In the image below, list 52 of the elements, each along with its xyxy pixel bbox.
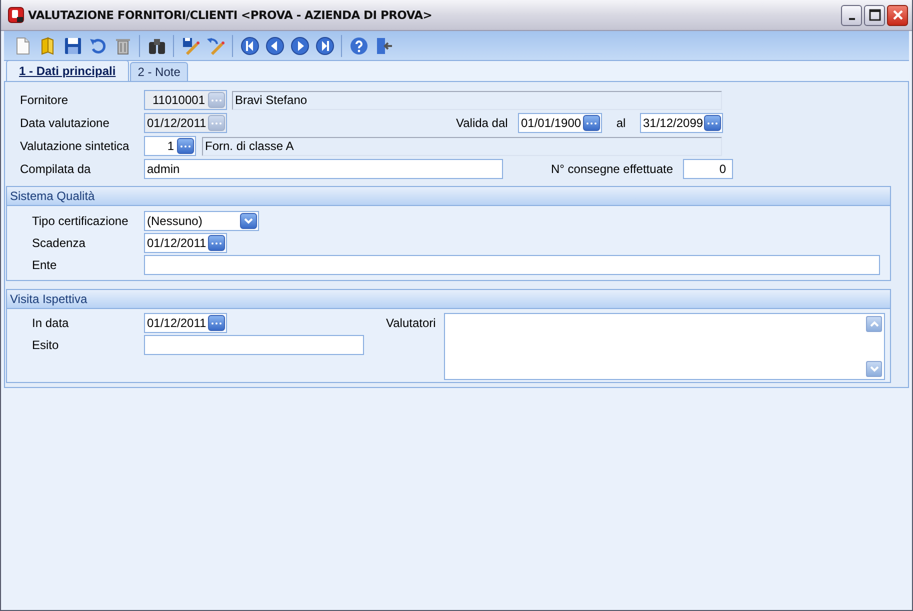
chevron-down-icon (870, 366, 878, 372)
field-label: Ente (32, 258, 58, 272)
field-label: Valutazione sintetica (20, 139, 130, 153)
ellipsis-icon (586, 122, 597, 124)
calendar-button[interactable] (583, 115, 600, 131)
field-label: Data valutazione (20, 116, 110, 130)
supplier-name-field: Bravi Stefano (232, 90, 722, 110)
ellipsis-icon (211, 242, 222, 244)
app-logo-icon (8, 7, 24, 23)
field-label: Scadenza (32, 236, 86, 250)
ellipsis-icon (211, 322, 222, 324)
rating-code-field[interactable]: 1 (144, 136, 196, 156)
ellipsis-icon (211, 98, 222, 102)
minimize-button[interactable] (841, 4, 862, 26)
field-label: Esito (32, 338, 60, 352)
field-label: al (615, 116, 627, 130)
close-icon (892, 9, 904, 21)
window-title: VALUTAZIONE FORNITORI/CLIENTI <PROVA - AZIENDA DI PROVA> (28, 8, 434, 22)
ellipsis-icon (211, 122, 222, 124)
group-title: Sistema Qualità (10, 189, 95, 203)
outcome-field[interactable] (144, 335, 364, 355)
chevron-up-icon (870, 321, 878, 327)
deliveries-field[interactable]: 0 (683, 159, 733, 179)
calendar-button[interactable] (208, 235, 225, 251)
compiled-by-field[interactable]: admin (144, 159, 503, 179)
date-field[interactable]: 01/12/2011 (144, 313, 227, 333)
ellipsis-icon (707, 122, 718, 124)
maximize-button[interactable] (864, 4, 885, 26)
field-label: Valida dal (456, 116, 509, 130)
calendar-button[interactable] (704, 115, 721, 131)
group-title: Visita Ispettiva (10, 292, 88, 306)
minimize-icon (848, 18, 854, 20)
field-label: Compilata da (20, 162, 92, 176)
date-field[interactable]: 01/12/2011 (144, 233, 227, 253)
field-label: N° consegne effettuate (550, 162, 674, 176)
tab[interactable]: 2 - Note (130, 62, 188, 81)
field-label: In data (32, 316, 70, 330)
calendar-button[interactable] (208, 315, 225, 331)
tab[interactable]: 1 - Dati principali (6, 60, 129, 81)
close-button[interactable] (887, 4, 908, 26)
ellipsis-icon (180, 144, 191, 148)
browse-button[interactable] (177, 138, 194, 154)
field-label: Tipo certificazione (32, 214, 130, 228)
certification-dropdown[interactable]: (Nessuno) (144, 211, 259, 231)
maximize-icon (868, 9, 880, 21)
date-field[interactable]: 31/12/2099 (640, 113, 723, 133)
field-label: Fornitore (20, 93, 70, 107)
issuer-field[interactable] (144, 255, 880, 275)
chevron-down-icon (244, 218, 253, 224)
rating-description-field: Forn. di classe A (202, 136, 722, 156)
date-field[interactable]: 01/01/1900 (518, 113, 602, 133)
field-label: Valutatori (386, 315, 437, 330)
